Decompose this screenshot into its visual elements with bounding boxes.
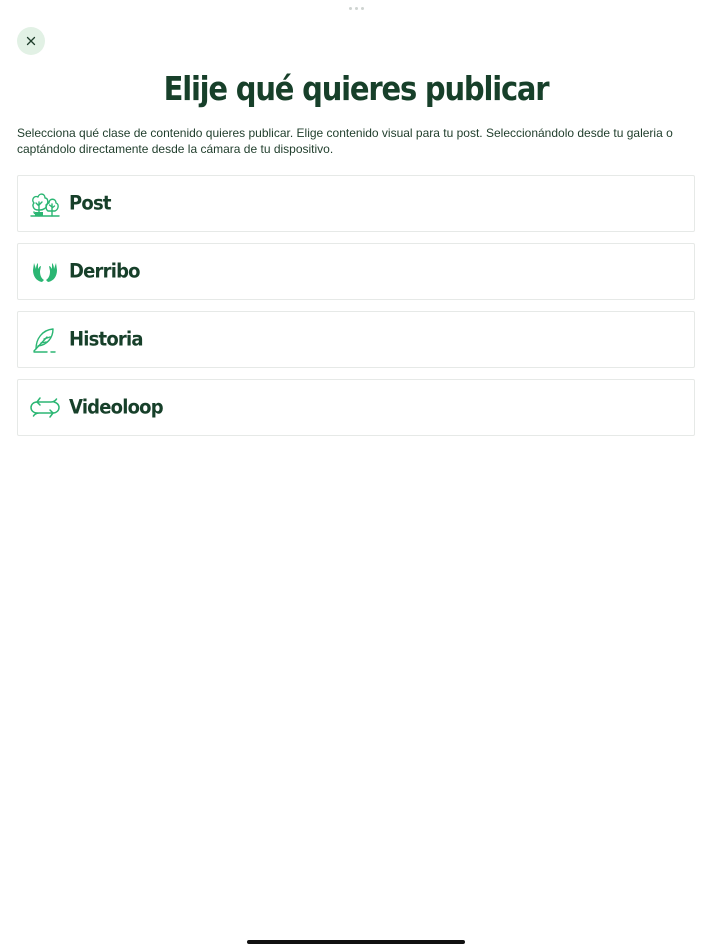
option-historia[interactable]: Historia: [17, 311, 695, 368]
loop-arrows-icon: [29, 392, 61, 424]
grabber-dot: [361, 7, 364, 10]
home-indicator: [247, 940, 465, 944]
option-label: Post: [69, 191, 111, 216]
trees-icon: [29, 188, 61, 220]
close-button[interactable]: [17, 27, 45, 55]
close-icon: [26, 36, 36, 46]
option-label: Historia: [69, 327, 144, 352]
antlers-icon: [29, 256, 61, 288]
option-derribo[interactable]: Derribo: [17, 243, 695, 300]
grabber-dot: [349, 7, 352, 10]
option-label: Videoloop: [69, 395, 164, 420]
page-title: Elije qué quieres publicar: [163, 70, 550, 109]
grabber-dot: [355, 7, 358, 10]
page-description: Selecciona qué clase de contenido quiere…: [17, 126, 673, 156]
option-post[interactable]: Post: [17, 175, 695, 232]
option-videoloop[interactable]: Videoloop: [17, 379, 695, 436]
publish-options-list: Post Derribo Historia Videoloop: [17, 175, 695, 447]
feather-quill-icon: [29, 324, 61, 356]
sheet-grabber[interactable]: [349, 7, 364, 10]
option-label: Derribo: [69, 259, 141, 284]
